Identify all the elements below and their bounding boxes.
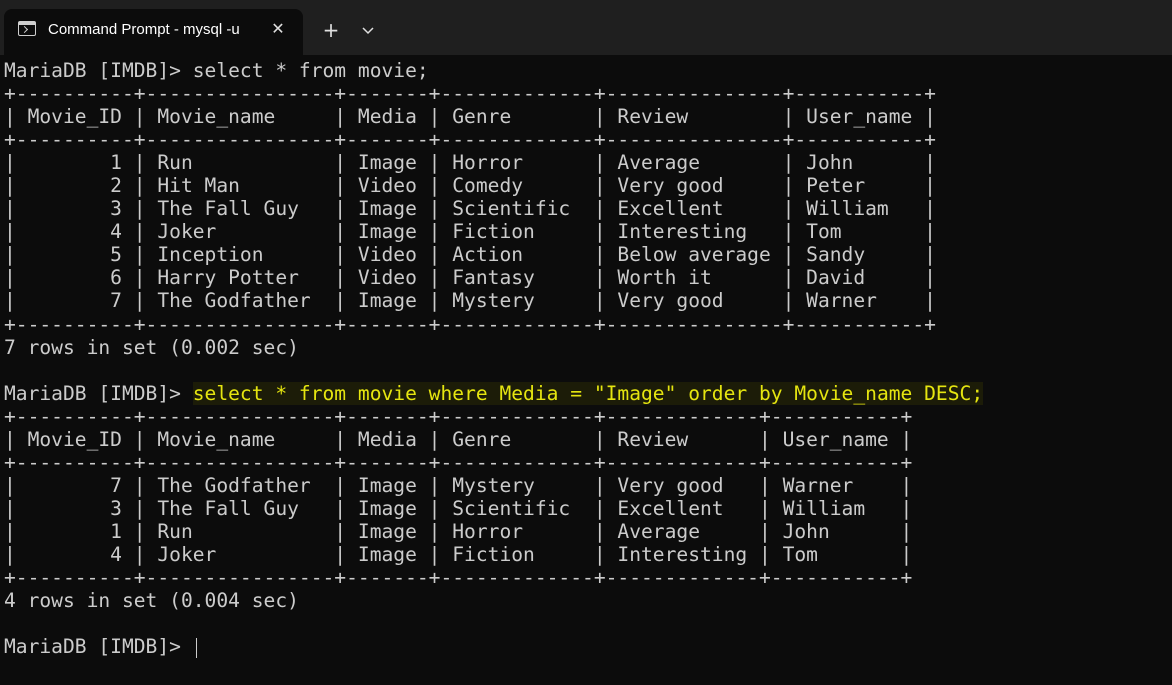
table-header: | Movie_ID | Movie_name | Media | Genre … xyxy=(4,105,936,129)
table-row: | 1 | Run | Image | Horror | Average | J… xyxy=(4,519,913,543)
text-cursor xyxy=(195,637,197,658)
table-row: | 4 | Joker | Image | Fiction | Interest… xyxy=(4,220,936,244)
tab-dropdown-button[interactable] xyxy=(356,17,380,43)
table-row: | 5 | Inception | Video | Action | Below… xyxy=(4,243,936,267)
table-row: | 2 | Hit Man | Video | Comedy | Very go… xyxy=(4,174,936,198)
table-border: +----------+----------------+-------+---… xyxy=(4,82,936,106)
table-row: | 3 | The Fall Guy | Image | Scientific … xyxy=(4,197,936,221)
command-line-1: MariaDB [IMDB]> select * from movie; xyxy=(4,59,1172,82)
table-row: | 3 | The Fall Guy | Image | Scientific … xyxy=(4,496,913,520)
table-row: | 6 | Harry Potter | Video | Fantasy | W… xyxy=(4,266,936,290)
plus-icon: + xyxy=(322,18,340,42)
prompt: MariaDB [IMDB]> xyxy=(4,381,193,405)
command-line-3[interactable]: MariaDB [IMDB]> xyxy=(4,635,1172,658)
table-row: | 1 | Run | Image | Horror | Average | J… xyxy=(4,151,936,175)
prompt: MariaDB [IMDB]> xyxy=(4,635,193,659)
table-border: +----------+----------------+-------+---… xyxy=(4,404,913,428)
terminal-window: Command Prompt - mysql -u ✕ + MariaDB [I… xyxy=(0,0,1172,685)
chevron-down-icon xyxy=(362,26,374,34)
table-row: | 4 | Joker | Image | Fiction | Interest… xyxy=(4,542,913,566)
table-row: | 7 | The Godfather | Image | Mystery | … xyxy=(4,473,913,497)
highlighted-command-text: select * from movie where Media = "Image… xyxy=(192,381,984,405)
prompt: MariaDB [IMDB]> xyxy=(4,59,193,82)
terminal-icon xyxy=(18,21,36,36)
table-border: +----------+----------------+-------+---… xyxy=(4,128,936,152)
new-tab-button[interactable]: + xyxy=(318,17,344,43)
table-header: | Movie_ID | Movie_name | Media | Genre … xyxy=(4,427,913,451)
table-row: | 7 | The Godfather | Image | Mystery | … xyxy=(4,289,936,313)
table-border: +----------+----------------+-------+---… xyxy=(4,450,913,474)
tab-bar: Command Prompt - mysql -u ✕ + xyxy=(0,0,1172,55)
terminal-output[interactable]: MariaDB [IMDB]> select * from movie; +--… xyxy=(0,59,1172,685)
tab-title: Command Prompt - mysql -u xyxy=(48,21,240,38)
table-border: +----------+----------------+-------+---… xyxy=(4,566,913,590)
result-summary: 7 rows in set (0.002 sec) xyxy=(4,335,299,359)
result-summary: 4 rows in set (0.004 sec) xyxy=(4,589,299,613)
command-line-2: MariaDB [IMDB]> select * from movie wher… xyxy=(4,381,1172,405)
table-border: +----------+----------------+-------+---… xyxy=(4,312,936,336)
command-text: select * from movie; xyxy=(192,59,429,82)
tab-command-prompt[interactable]: Command Prompt - mysql -u ✕ xyxy=(4,9,303,55)
close-icon[interactable]: ✕ xyxy=(268,19,288,39)
